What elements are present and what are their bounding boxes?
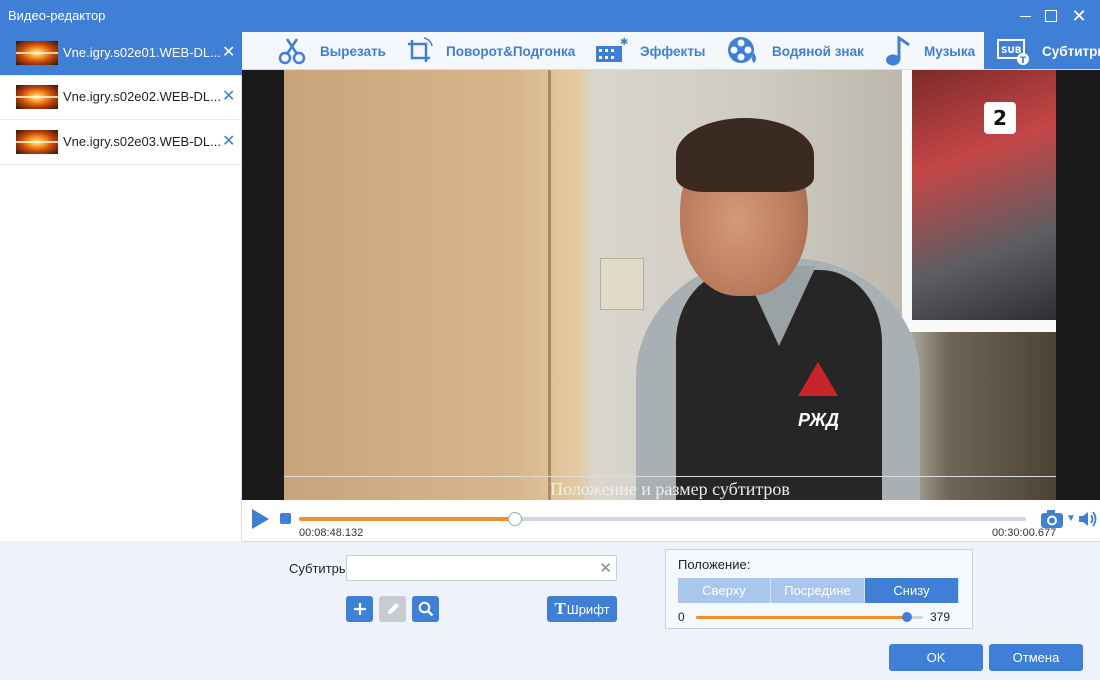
file-list: Vne.igry.s02e01.WEB-DL... ✕ Vne.igry.s02…: [0, 32, 242, 541]
subtitle-overlay-text[interactable]: Положение и размер субтитров: [284, 479, 1056, 500]
video-frame: 2 РЖД: [284, 70, 1056, 500]
svg-text:✱: ✱: [620, 37, 628, 48]
vest-text: РЖД: [798, 410, 840, 430]
ok-button[interactable]: OK: [889, 644, 983, 671]
svg-text:SUB: SUB: [1001, 46, 1022, 56]
tab-rotate-crop[interactable]: Поворот&Подгонка: [404, 32, 576, 69]
tab-label: Вырезать: [320, 43, 386, 59]
chevron-down-icon[interactable]: ▼: [1066, 513, 1076, 524]
position-bottom-button[interactable]: Снизу: [865, 578, 959, 603]
file-name: Vne.igry.s02e03.WEB-DL...: [63, 134, 221, 149]
font-icon: T: [554, 599, 566, 618]
position-group: Положение: Сверху Посредине Снизу 0 379: [665, 549, 973, 629]
tab-label: Водяной знак: [772, 43, 864, 59]
plus-icon: [353, 603, 366, 615]
wall-poster: [902, 70, 1056, 332]
player-controls: 00:08:48.132 00:30:00.677 ▼: [242, 500, 1100, 542]
channel-logo: 2: [984, 102, 1016, 134]
editor-tabs: Вырезать Поворот&Подгонка ✱ Эффекты Водя…: [242, 32, 1100, 70]
play-icon[interactable]: [250, 508, 270, 530]
clear-icon[interactable]: ✕: [599, 559, 612, 577]
camera-icon[interactable]: [1040, 509, 1064, 529]
search-subtitle-button[interactable]: [412, 596, 439, 622]
window-title: Видео-редактор: [8, 8, 106, 23]
font-button[interactable]: T Шрифт: [547, 596, 617, 622]
edit-subtitle-button[interactable]: [379, 596, 406, 622]
font-button-label: Шрифт: [566, 601, 610, 617]
scissors-icon: [278, 38, 306, 65]
music-note-icon: [886, 35, 910, 66]
subtitles-label: Субтитры: [289, 561, 349, 576]
tab-label: Субтитры: [1042, 43, 1100, 59]
volume-icon[interactable]: [1078, 510, 1098, 528]
tab-label: Поворот&Подгонка: [446, 43, 576, 59]
tab-label: Музыка: [924, 43, 976, 59]
svg-text:T: T: [1020, 56, 1027, 66]
seek-handle[interactable]: [507, 512, 522, 526]
position-slider[interactable]: [696, 612, 923, 622]
video-thumbnail: [16, 130, 58, 154]
file-item[interactable]: Vne.igry.s02e01.WEB-DL... ✕: [0, 32, 242, 76]
position-current-value: 379: [930, 610, 951, 624]
pencil-icon: [387, 603, 399, 614]
tab-music[interactable]: Музыка: [884, 32, 976, 69]
rotate-crop-icon: [408, 37, 433, 62]
position-min-value: 0: [678, 610, 685, 624]
title-bar: Видео-редактор ✕: [0, 0, 1100, 32]
position-slider-handle[interactable]: [902, 612, 913, 622]
tab-cut[interactable]: Вырезать: [276, 32, 386, 69]
minimize-button[interactable]: [1012, 4, 1038, 28]
stop-icon[interactable]: [280, 513, 291, 524]
video-preview: 2 РЖД Положение и размер субтитров: [242, 70, 1100, 500]
remove-file-icon[interactable]: ✕: [222, 131, 235, 151]
tab-effects[interactable]: ✱ Эффекты: [594, 32, 706, 69]
file-item[interactable]: Vne.igry.s02e03.WEB-DL... ✕: [0, 121, 242, 165]
subtitle-area-border[interactable]: [284, 476, 1056, 477]
subtitle-settings-panel: Субтитры ✕ T Шрифт Положение: Сверху Пос…: [0, 542, 1100, 680]
video-thumbnail: [16, 41, 58, 65]
position-label: Положение:: [678, 557, 751, 572]
seek-progress: [299, 517, 515, 521]
position-middle-button[interactable]: Посредине: [771, 578, 865, 603]
file-name: Vne.igry.s02e01.WEB-DL...: [63, 45, 221, 60]
subtitles-icon: SUB T: [997, 39, 1029, 66]
cancel-button[interactable]: Отмена: [989, 644, 1083, 671]
file-name: Vne.igry.s02e02.WEB-DL...: [63, 89, 221, 104]
seek-bar[interactable]: [299, 512, 1026, 526]
position-top-button[interactable]: Сверху: [678, 578, 771, 603]
current-time: 00:08:48.132: [299, 527, 364, 539]
file-item[interactable]: Vne.igry.s02e02.WEB-DL... ✕: [0, 76, 242, 120]
add-subtitle-button[interactable]: [346, 596, 373, 622]
search-icon: [418, 601, 433, 617]
subtitle-file-field[interactable]: ✕: [346, 555, 617, 581]
close-icon[interactable]: ✕: [1066, 4, 1092, 28]
tab-watermark[interactable]: Водяной знак: [726, 32, 864, 69]
remove-file-icon[interactable]: ✕: [222, 42, 235, 62]
subtitle-file-input[interactable]: [347, 556, 587, 580]
remove-file-icon[interactable]: ✕: [222, 86, 235, 106]
position-slider-fill: [696, 616, 908, 619]
maximize-button[interactable]: [1038, 4, 1064, 28]
effects-icon: ✱: [596, 37, 628, 62]
tab-label: Эффекты: [640, 43, 706, 59]
watermark-icon: [728, 37, 756, 63]
tab-subtitles[interactable]: SUB T Субтитры: [984, 32, 1100, 69]
video-thumbnail: [16, 85, 58, 109]
